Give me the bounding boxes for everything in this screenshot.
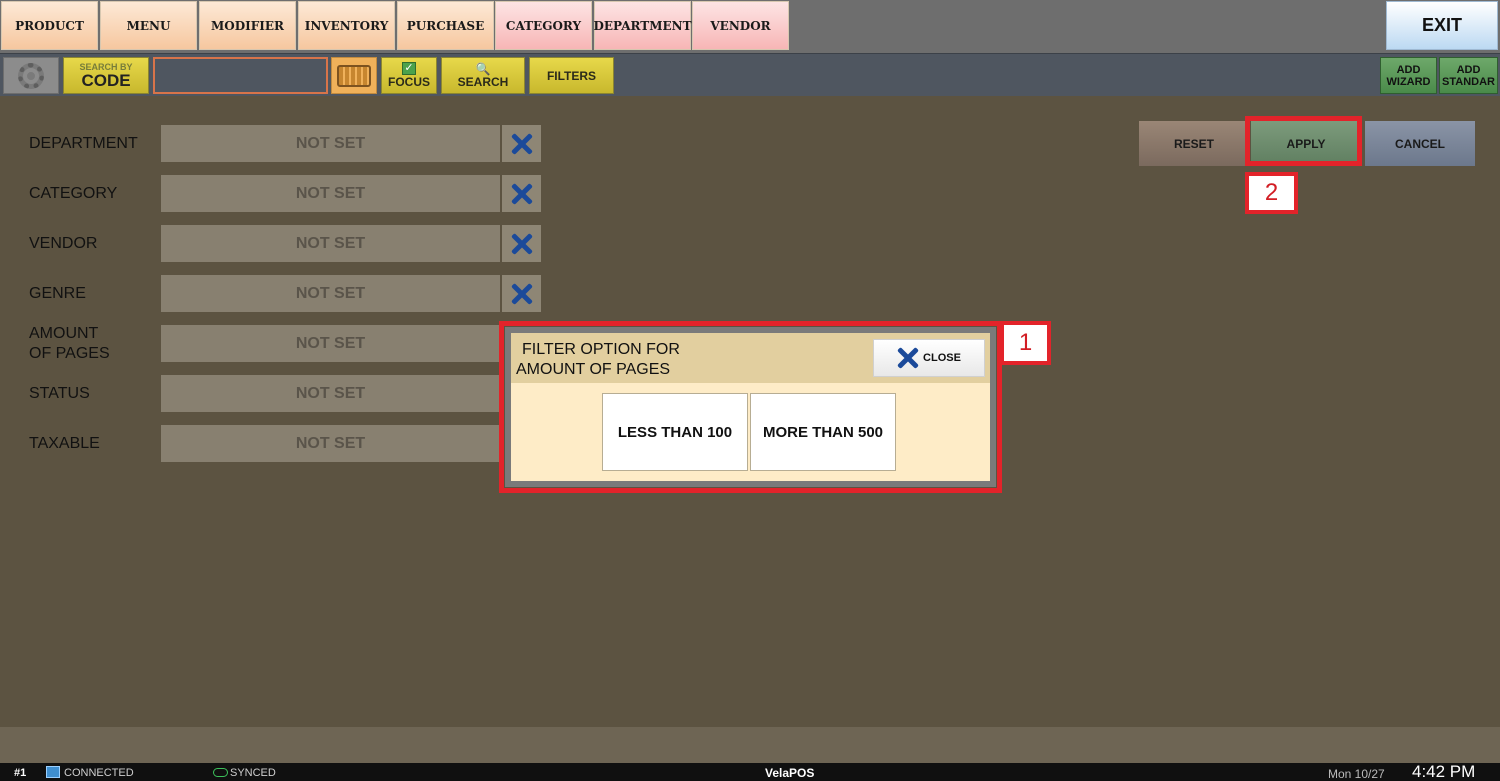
filters-label: FILTERS <box>546 68 597 83</box>
search-button[interactable]: 🔍 SEARCH <box>441 57 525 94</box>
focus-toggle[interactable]: ✓ FOCUS <box>381 57 437 94</box>
connection-status: CONNECTED <box>64 767 134 779</box>
filter-value-vendor[interactable]: NOT SET <box>161 225 500 262</box>
add-wizard-button[interactable]: ADD WIZARD <box>1380 57 1437 94</box>
clear-genre-button[interactable] <box>502 275 541 312</box>
keyboard-icon <box>337 64 371 87</box>
filter-value-amount-of-pages[interactable]: NOT SET <box>161 325 500 362</box>
nav-vendor-button[interactable]: VENDOR <box>692 1 789 50</box>
annotation-box-dialog <box>499 321 1002 493</box>
filter-label-amount-line2: OF PAGES <box>29 345 110 362</box>
close-icon <box>511 133 533 155</box>
nav-menu-button[interactable]: MENU <box>100 1 197 50</box>
annotation-number-2: 2 <box>1245 172 1298 214</box>
filter-label-genre: GENRE <box>29 285 86 302</box>
cancel-button[interactable]: CANCEL <box>1365 121 1475 166</box>
time-display: 4:42 PM <box>1412 762 1476 781</box>
gear-icon <box>18 62 44 89</box>
search-label: SEARCH <box>457 74 509 89</box>
toolbar: SEARCH BY CODE ✓ FOCUS 🔍 SEARCH FILTERS … <box>0 53 1500 96</box>
bottom-panel <box>0 727 1500 763</box>
filter-value-department[interactable]: NOT SET <box>161 125 500 162</box>
nav-department-button[interactable]: DEPARTMENT <box>593 1 692 50</box>
sync-status: SYNCED <box>230 767 276 779</box>
nav-purchase-button[interactable]: PURCHASE <box>397 1 494 50</box>
filter-value-taxable[interactable]: NOT SET <box>161 425 500 462</box>
terminal-number: #1 <box>14 767 27 779</box>
annotation-box-apply <box>1245 116 1362 166</box>
close-icon <box>511 183 533 205</box>
nav-product-button[interactable]: PRODUCT <box>1 1 98 50</box>
filter-label-vendor: VENDOR <box>29 235 98 252</box>
add-standard-button[interactable]: ADD STANDAR <box>1439 57 1498 94</box>
clear-category-button[interactable] <box>502 175 541 212</box>
settings-button[interactable] <box>3 57 59 94</box>
filter-label-taxable: TAXABLE <box>29 435 100 452</box>
clear-vendor-button[interactable] <box>502 225 541 262</box>
nav-inventory-button[interactable]: INVENTORY <box>298 1 395 50</box>
search-by-code-button[interactable]: SEARCH BY CODE <box>63 57 149 94</box>
top-nav-bar: PRODUCT MENU MODIFIER INVENTORY PURCHASE… <box>0 0 1500 53</box>
close-icon <box>511 283 533 305</box>
add-wizard-label-2: WIZARD <box>1386 75 1431 88</box>
close-icon <box>511 233 533 255</box>
clear-department-button[interactable] <box>502 125 541 162</box>
add-wizard-label-1: ADD <box>1396 63 1421 76</box>
filter-label-amount-of-pages: AMOUNT OF PAGES <box>29 324 110 364</box>
filter-label-amount-line1: AMOUNT <box>29 325 99 342</box>
nav-category-button[interactable]: CATEGORY <box>495 1 592 50</box>
search-input[interactable] <box>153 57 328 94</box>
reset-button[interactable]: RESET <box>1139 121 1249 166</box>
add-standard-label-1: ADD <box>1456 63 1481 76</box>
status-bar: #1 CONNECTED SYNCED VelaPOS Mon 10/27 4:… <box>0 763 1500 781</box>
search-mode-label: CODE <box>81 70 131 90</box>
filter-label-status: STATUS <box>29 385 90 402</box>
nav-modifier-button[interactable]: MODIFIER <box>199 1 296 50</box>
filter-label-department: DEPARTMENT <box>29 135 138 152</box>
checkbox-checked-icon: ✓ <box>402 62 416 75</box>
filter-value-status[interactable]: NOT SET <box>161 375 500 412</box>
focus-label: FOCUS <box>388 75 430 89</box>
brand-logo: VelaPOS <box>765 766 815 780</box>
search-icon: 🔍 <box>475 61 491 76</box>
filter-value-category[interactable]: NOT SET <box>161 175 500 212</box>
add-standard-label-2: STANDAR <box>1442 75 1495 88</box>
search-by-label: SEARCH BY <box>79 61 133 72</box>
keyboard-button[interactable] <box>331 57 377 94</box>
annotation-number-1: 1 <box>1000 321 1051 365</box>
filter-label-category: CATEGORY <box>29 185 118 202</box>
cloud-icon <box>213 768 228 777</box>
filter-value-genre[interactable]: NOT SET <box>161 275 500 312</box>
exit-button[interactable]: EXIT <box>1386 1 1498 50</box>
computer-icon <box>46 766 60 778</box>
filters-button[interactable]: FILTERS <box>529 57 614 94</box>
date-display: Mon 10/27 <box>1328 767 1385 781</box>
